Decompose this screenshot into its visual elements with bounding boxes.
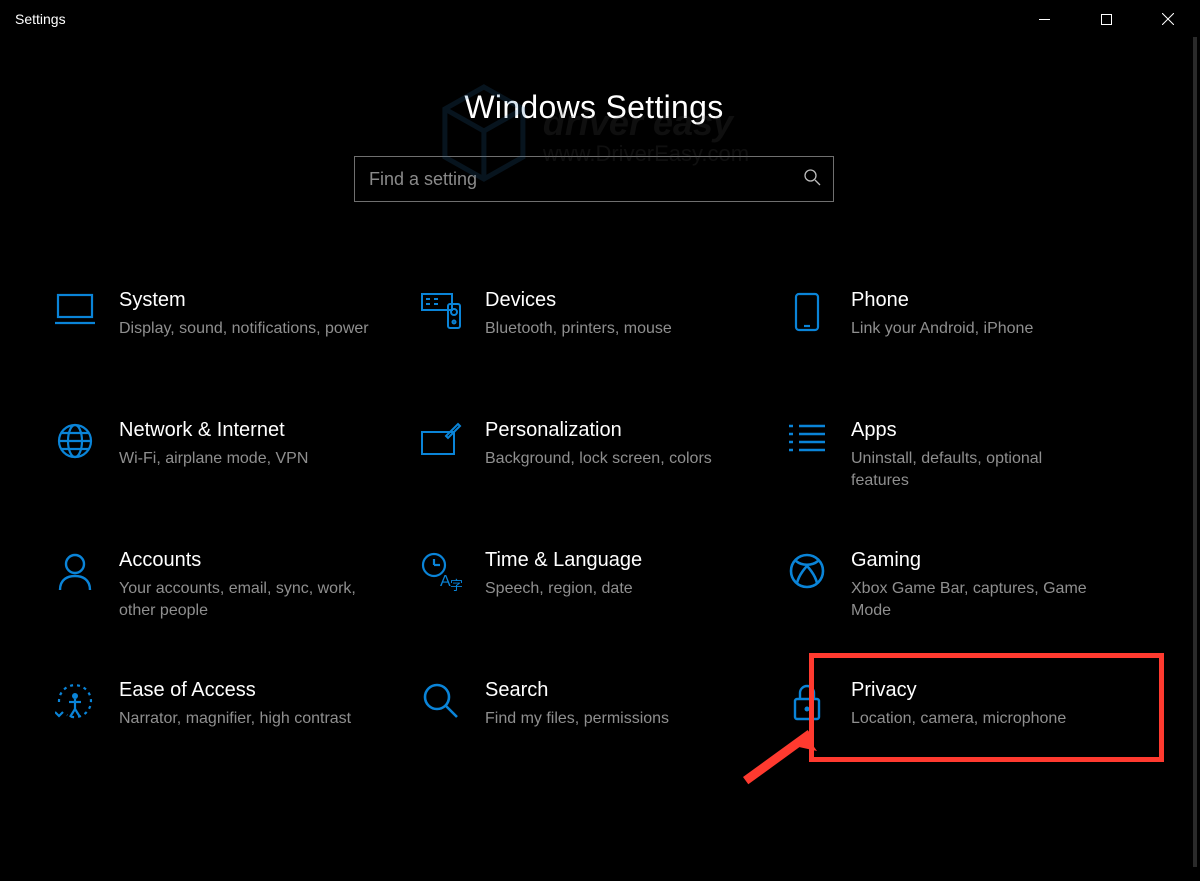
close-button[interactable] (1137, 1, 1199, 37)
window-title: Settings (15, 11, 66, 27)
maximize-icon (1101, 14, 1112, 25)
search-container (1, 156, 1187, 202)
xbox-icon (785, 548, 829, 590)
tile-time-language[interactable]: A字 Time & Language Speech, region, date (411, 540, 777, 630)
tile-desc: Find my files, permissions (485, 708, 669, 730)
tile-search[interactable]: Search Find my files, permissions (411, 670, 777, 760)
content-area: driver easy www.DriverEasy.com Windows S… (1, 37, 1187, 880)
tile-privacy[interactable]: Privacy Location, camera, microphone (777, 670, 1143, 760)
tile-system[interactable]: System Display, sound, notifications, po… (45, 280, 411, 370)
minimize-button[interactable] (1013, 1, 1075, 37)
tile-desc: Narrator, magnifier, high contrast (119, 708, 351, 730)
tile-desc: Wi-Fi, airplane mode, VPN (119, 448, 308, 470)
tile-title: Search (485, 678, 669, 702)
tile-title: Privacy (851, 678, 1066, 702)
tile-apps[interactable]: Apps Uninstall, defaults, optional featu… (777, 410, 1143, 500)
time-language-icon: A字 (419, 548, 463, 592)
tile-network-internet[interactable]: Network & Internet Wi-Fi, airplane mode,… (45, 410, 411, 500)
tile-title: Apps (851, 418, 1101, 442)
search-box[interactable] (354, 156, 834, 202)
globe-icon (53, 418, 97, 460)
tile-desc: Xbox Game Bar, captures, Game Mode (851, 578, 1101, 621)
tile-title: System (119, 288, 369, 312)
tile-desc: Uninstall, defaults, optional features (851, 448, 1101, 491)
personalization-icon (419, 418, 463, 458)
tile-ease-of-access[interactable]: Ease of Access Narrator, magnifier, high… (45, 670, 411, 760)
settings-grid: System Display, sound, notifications, po… (1, 202, 1187, 760)
tile-gaming[interactable]: Gaming Xbox Game Bar, captures, Game Mod… (777, 540, 1143, 630)
phone-icon (785, 288, 829, 332)
tile-desc: Location, camera, microphone (851, 708, 1066, 730)
tile-title: Gaming (851, 548, 1101, 572)
search-category-icon (419, 678, 463, 720)
tile-personalization[interactable]: Personalization Background, lock screen,… (411, 410, 777, 500)
ease-of-access-icon (53, 678, 97, 722)
tile-title: Time & Language (485, 548, 642, 572)
tile-devices[interactable]: Devices Bluetooth, printers, mouse (411, 280, 777, 370)
tile-title: Ease of Access (119, 678, 351, 702)
window-controls (1013, 1, 1199, 37)
tile-accounts[interactable]: Accounts Your accounts, email, sync, wor… (45, 540, 411, 630)
vertical-scrollbar[interactable] (1193, 37, 1197, 867)
svg-text:字: 字 (450, 578, 462, 592)
tile-phone[interactable]: Phone Link your Android, iPhone (777, 280, 1143, 370)
settings-window: Settings driver easy (0, 0, 1200, 881)
accounts-icon (53, 548, 97, 592)
search-icon (803, 168, 821, 191)
page-title: Windows Settings (1, 89, 1187, 126)
tile-desc: Your accounts, email, sync, work, other … (119, 578, 369, 621)
maximize-button[interactable] (1075, 1, 1137, 37)
tile-desc: Bluetooth, printers, mouse (485, 318, 672, 340)
tile-desc: Display, sound, notifications, power (119, 318, 369, 340)
tile-desc: Link your Android, iPhone (851, 318, 1033, 340)
tile-title: Personalization (485, 418, 712, 442)
tile-title: Network & Internet (119, 418, 308, 442)
search-input[interactable] (369, 169, 803, 190)
tile-title: Phone (851, 288, 1033, 312)
tile-desc: Background, lock screen, colors (485, 448, 712, 470)
title-bar: Settings (1, 1, 1199, 37)
tile-title: Devices (485, 288, 672, 312)
apps-icon (785, 418, 829, 454)
tile-title: Accounts (119, 548, 369, 572)
devices-icon (419, 288, 463, 330)
close-icon (1162, 13, 1174, 25)
system-icon (53, 288, 97, 326)
tile-desc: Speech, region, date (485, 578, 642, 600)
lock-icon (785, 678, 829, 722)
minimize-icon (1039, 14, 1050, 25)
